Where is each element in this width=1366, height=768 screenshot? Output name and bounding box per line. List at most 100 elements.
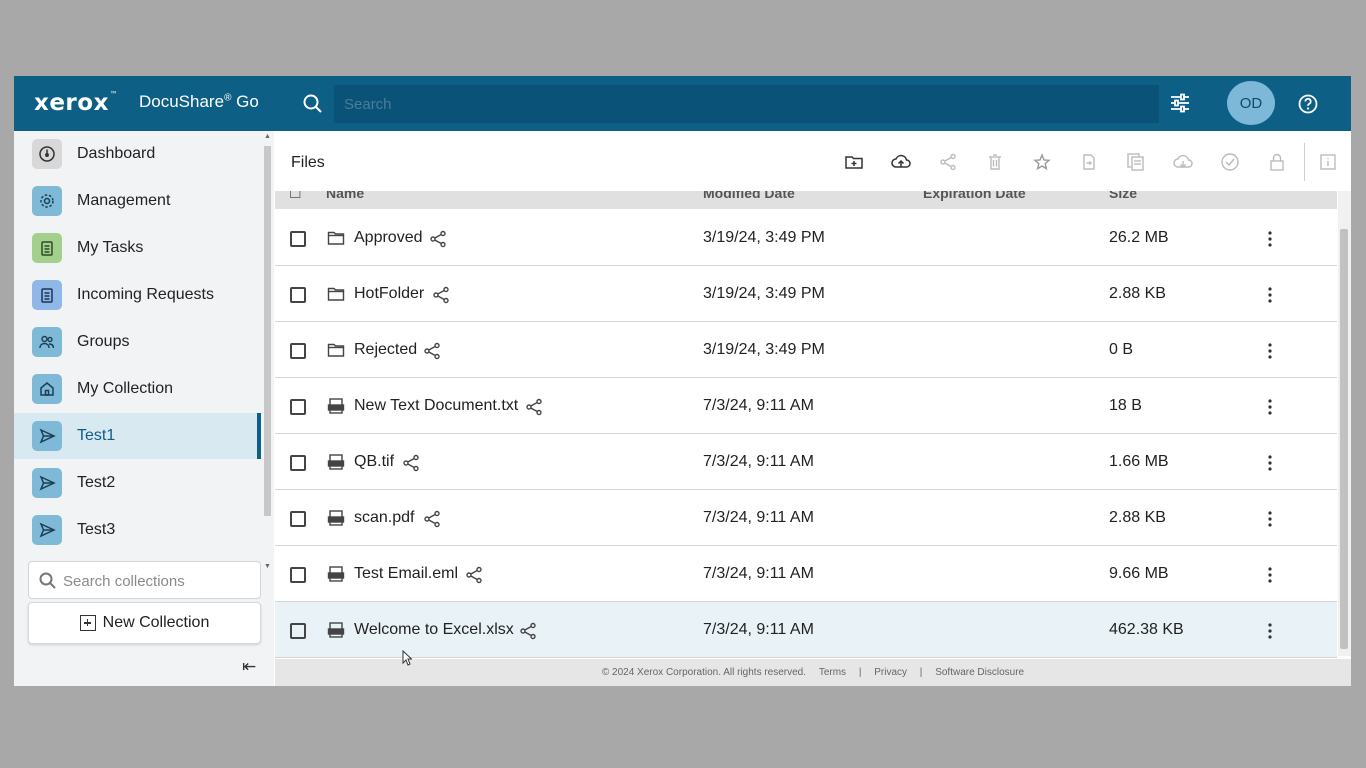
sidebar-item-label: Groups [77,333,130,350]
sidebar-item-incoming-requests[interactable]: Incoming Requests [14,272,260,318]
table-row[interactable]: scan.pdf 7/3/24, 9:11 AM 2.88 KB [275,490,1337,546]
folder-icon [327,341,345,359]
privacy-link[interactable]: Privacy [874,667,907,678]
column-header-name[interactable]: Name [326,191,364,201]
file-name[interactable]: QB.tif [354,453,394,471]
column-header-expiration[interactable]: Expiration Date [923,191,1026,201]
user-avatar[interactable]: OD [1227,81,1275,125]
new-collection-button[interactable]: New Collection [28,602,261,644]
row-checkbox[interactable] [290,343,306,359]
row-checkbox[interactable] [290,455,306,471]
info-icon[interactable] [1317,151,1339,173]
sidebar-item-groups[interactable]: Groups [14,319,260,365]
new-folder-icon[interactable] [843,151,865,173]
scroll-down-arrow-icon[interactable]: ▼ [264,563,271,570]
more-options-icon[interactable] [1263,229,1277,249]
toolbar-divider [1304,143,1305,181]
column-header-modified[interactable]: Modified Date [703,191,795,201]
gear-icon [32,186,62,216]
file-name[interactable]: scan.pdf [354,509,414,527]
scroll-up-arrow-icon[interactable]: ▲ [264,133,271,140]
app-window: xerox™ DocuShare® Go OD ▲ ▼ Dashboard [14,76,1351,686]
help-icon[interactable] [1298,94,1318,114]
lock-icon[interactable] [1266,151,1288,173]
star-icon[interactable] [1031,151,1053,173]
sidebar-item-label: Test3 [77,521,116,538]
table-row[interactable]: HotFolder 3/19/24, 3:49 PM 2.88 KB [275,266,1337,322]
copy-icon[interactable] [1125,151,1147,173]
more-options-icon[interactable] [1263,621,1277,641]
share-icon[interactable] [465,566,483,584]
trash-icon[interactable] [984,151,1006,173]
copyright-text: © 2024 Xerox Corporation. All rights res… [601,667,807,678]
modified-date: 7/3/24, 9:11 AM [703,621,814,638]
share-icon[interactable] [937,151,959,173]
more-options-icon[interactable] [1263,565,1277,585]
share-icon[interactable] [423,510,441,528]
row-checkbox[interactable] [290,231,306,247]
terms-link[interactable]: Terms [819,667,846,678]
file-name[interactable]: Rejected [354,341,417,359]
check-circle-icon[interactable] [1219,151,1241,173]
file-list-scrollbar-thumb[interactable] [1340,229,1348,649]
mouse-cursor-icon [402,649,413,666]
search-icon[interactable] [302,93,324,115]
table-row[interactable]: New Text Document.txt 7/3/24, 9:11 AM 18… [275,378,1337,434]
upload-icon[interactable] [890,151,912,173]
table-row[interactable]: QB.tif 7/3/24, 9:11 AM 1.66 MB [275,434,1337,490]
footer-separator: | [919,667,923,678]
file-size: 2.88 KB [1109,509,1166,526]
row-checkbox[interactable] [290,287,306,303]
table-row[interactable]: Approved 3/19/24, 3:49 PM 26.2 MB [275,210,1337,266]
table-row[interactable]: Rejected 3/19/24, 3:49 PM 0 B [275,322,1337,378]
sidebar-item-my-collection[interactable]: My Collection [14,366,260,412]
share-icon[interactable] [402,454,420,472]
share-icon[interactable] [519,622,537,640]
filter-settings-icon[interactable] [1169,92,1191,114]
file-size: 2.88 KB [1109,285,1166,302]
file-move-icon[interactable] [1078,151,1100,173]
modified-date: 7/3/24, 9:11 AM [703,509,814,526]
file-name[interactable]: Approved [354,229,423,247]
file-name[interactable]: New Text Document.txt [354,397,518,415]
table-row[interactable]: Test Email.eml 7/3/24, 9:11 AM 9.66 MB [275,546,1337,602]
spreadsheet-file-icon [327,621,345,639]
row-checkbox[interactable] [290,567,306,583]
sidebar-item-my-tasks[interactable]: My Tasks [14,225,260,271]
select-all-checkbox[interactable]: ☐ [289,191,302,202]
more-options-icon[interactable] [1263,341,1277,361]
table-row[interactable]: Welcome to Excel.xlsx 7/3/24, 9:11 AM 46… [275,602,1337,658]
software-disclosure-link[interactable]: Software Disclosure [935,667,1024,678]
global-search-input[interactable] [334,85,1159,123]
download-icon[interactable] [1172,151,1194,173]
row-checkbox[interactable] [290,623,306,639]
column-header-size[interactable]: Size [1109,191,1137,201]
sidebar-item-dashboard[interactable]: Dashboard [14,131,260,177]
row-checkbox[interactable] [290,399,306,415]
folder-icon [327,285,345,303]
file-list-scrollbar[interactable] [1338,191,1351,656]
more-options-icon[interactable] [1263,509,1277,529]
share-icon[interactable] [429,230,447,248]
sidebar-item-test3[interactable]: Test3 [14,507,260,553]
logo-trademark: ™ [109,90,119,99]
sidebar-item-test1[interactable]: Test1 [14,413,261,459]
file-name[interactable]: Test Email.eml [354,565,458,583]
collapse-sidebar-icon[interactable]: ⇤ [242,657,256,677]
more-options-icon[interactable] [1263,453,1277,473]
share-icon[interactable] [432,286,450,304]
sidebar-scrollbar-thumb[interactable] [264,146,271,516]
more-options-icon[interactable] [1263,397,1277,417]
row-checkbox[interactable] [290,511,306,527]
share-icon[interactable] [525,398,543,416]
file-name[interactable]: Welcome to Excel.xlsx [354,621,514,639]
sidebar-item-management[interactable]: Management [14,178,260,224]
sidebar-item-test2[interactable]: Test2 [14,460,260,506]
file-size: 0 B [1109,341,1134,358]
share-icon[interactable] [423,342,441,360]
collection-search-input[interactable] [63,570,253,592]
xerox-logo[interactable]: xerox™ [34,90,118,116]
more-options-icon[interactable] [1263,285,1277,305]
file-name[interactable]: HotFolder [354,285,424,303]
logo-text: xerox [34,90,109,116]
